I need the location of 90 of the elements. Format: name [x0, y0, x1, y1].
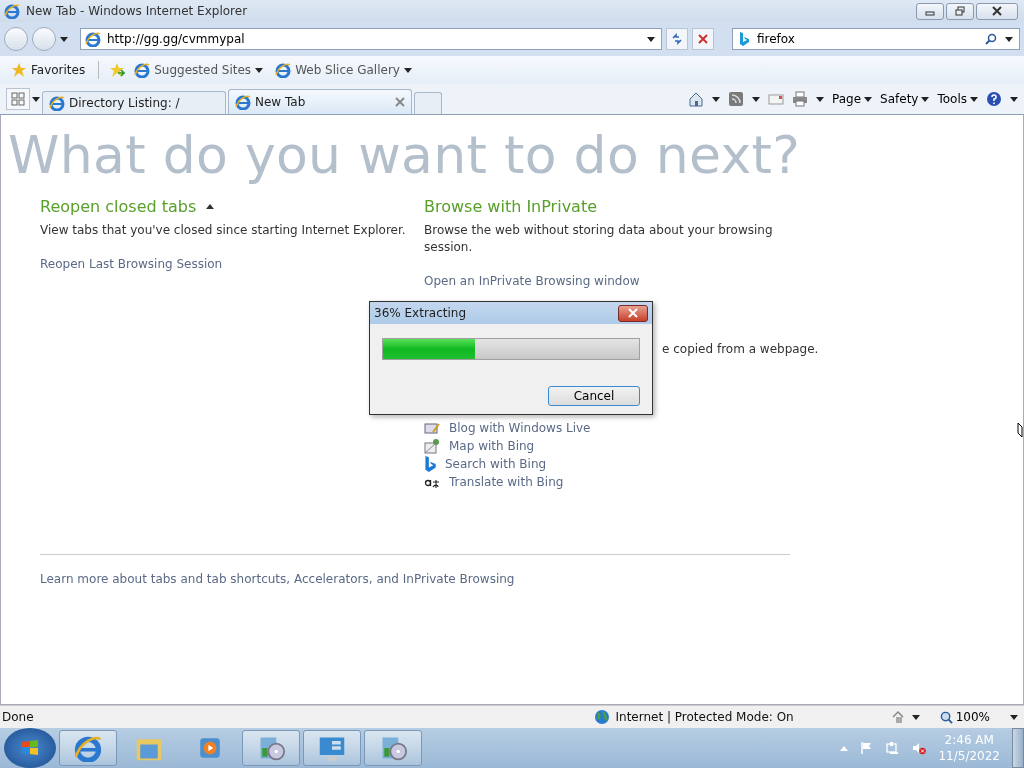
inprivate-link[interactable]: Open an InPrivate Browsing window: [424, 274, 814, 288]
caret-icon: [403, 67, 412, 73]
zoom-dropdown[interactable]: [1010, 714, 1018, 720]
learn-more-link[interactable]: Learn more about tabs and tab shortcuts, Accelerators, and InPrivate Browsing: [40, 572, 984, 586]
url-input[interactable]: http://gg.gg/cvmmypal: [107, 32, 641, 46]
feed-dropdown[interactable]: [752, 96, 760, 102]
mail-icon[interactable]: [768, 93, 784, 105]
minimize-button[interactable]: [916, 2, 944, 20]
back-button[interactable]: [4, 27, 28, 51]
section-title: Browse with InPrivate: [424, 197, 597, 216]
taskbar-button[interactable]: [59, 730, 117, 766]
taskbar-button[interactable]: [364, 730, 422, 766]
windows-logo-icon: [20, 738, 40, 758]
play-icon: [197, 735, 223, 761]
home-icon[interactable]: [688, 91, 704, 107]
dialog-close-button[interactable]: [618, 304, 648, 322]
caret-icon: [255, 67, 264, 73]
restore-icon: [955, 6, 965, 16]
caret-icon: [864, 96, 873, 102]
history-dropdown[interactable]: [60, 36, 68, 42]
address-field[interactable]: http://gg.gg/cvmmypal: [80, 28, 662, 50]
blog-icon: [424, 420, 440, 436]
refresh-button[interactable]: [666, 28, 688, 50]
accelerator-link[interactable]: Blog with Windows Live: [449, 421, 591, 435]
page-icon: [85, 31, 101, 47]
security-zone: Internet | Protected Mode: On: [615, 710, 794, 724]
close-icon: [628, 308, 638, 318]
printer-icon[interactable]: [792, 91, 808, 107]
taskbar-button[interactable]: [303, 730, 361, 766]
close-button[interactable]: [976, 2, 1018, 20]
home-dropdown[interactable]: [712, 96, 720, 102]
search-bing-icon: [424, 456, 436, 472]
caret-icon: [970, 96, 978, 102]
refresh-icon: [671, 33, 683, 45]
search-field[interactable]: firefox: [732, 28, 1020, 50]
page-icon: [275, 62, 292, 78]
window-title: New Tab - Windows Internet Explorer: [26, 4, 248, 18]
close-icon: [992, 6, 1002, 16]
search-dropdown[interactable]: [1005, 36, 1013, 42]
add-favorite-icon[interactable]: [109, 62, 126, 78]
restore-button[interactable]: [946, 2, 974, 20]
section-text: View tabs that you've closed since starting Internet Explorer.: [40, 222, 407, 239]
muted-speaker-icon[interactable]: [912, 741, 927, 755]
tab-list-dropdown[interactable]: [32, 96, 40, 102]
globe-icon: [593, 709, 610, 725]
taskbar-button[interactable]: [242, 730, 300, 766]
page-icon: [235, 94, 251, 110]
reopen-session-link[interactable]: Reopen Last Browsing Session: [40, 257, 424, 271]
search-provider-icon: [739, 32, 749, 46]
browser-tab[interactable]: New Tab: [228, 89, 412, 114]
accelerator-link[interactable]: Translate with Bing: [449, 475, 564, 489]
favorites-bar-item[interactable]: Suggested Sites: [131, 62, 267, 78]
command-menu[interactable]: Page: [832, 92, 873, 106]
favorites-button[interactable]: Favorites: [8, 62, 89, 78]
browser-tab[interactable]: Directory Listing: /: [42, 91, 226, 114]
page-icon: [49, 95, 65, 111]
section-text: Browse the web without storing data about your browsing session.: [424, 222, 774, 256]
browser-icon: [4, 3, 20, 19]
status-text: Done: [2, 710, 34, 724]
star-icon: [11, 62, 27, 78]
protection-dropdown[interactable]: [911, 714, 920, 720]
zoom-button[interactable]: 100%: [939, 710, 990, 724]
dialog-title: 36% Extracting: [374, 306, 467, 320]
help-dropdown[interactable]: [1010, 96, 1018, 102]
search-icon[interactable]: [985, 33, 997, 45]
stop-button[interactable]: [692, 28, 714, 50]
map-icon: [424, 438, 440, 454]
page-icon: [134, 62, 151, 78]
command-menu[interactable]: Tools: [937, 92, 978, 106]
command-menu[interactable]: Safety: [880, 92, 930, 106]
cancel-button[interactable]: Cancel: [548, 386, 640, 406]
feed-icon[interactable]: [728, 91, 744, 107]
browser-icon: [74, 734, 102, 762]
zoom-icon: [939, 710, 953, 724]
print-dropdown[interactable]: [816, 96, 824, 102]
show-desktop-button[interactable]: [1012, 728, 1024, 768]
favorites-bar-item[interactable]: Web Slice Gallery: [272, 62, 415, 78]
start-button[interactable]: [4, 728, 56, 768]
caret-icon: [921, 96, 930, 102]
address-dropdown[interactable]: [647, 36, 655, 42]
accelerator-link[interactable]: Search with Bing: [445, 457, 547, 471]
search-input[interactable]: firefox: [757, 32, 977, 46]
tile-grid-icon: [11, 92, 25, 106]
accelerator-link[interactable]: Map with Bing: [449, 439, 535, 453]
close-tab-icon[interactable]: [395, 97, 405, 107]
page-heading: What do you want to do next?: [8, 125, 802, 185]
collapse-icon[interactable]: [206, 204, 215, 209]
section-title: Reopen closed tabs: [40, 197, 197, 216]
stop-icon: [697, 33, 709, 45]
help-icon[interactable]: [986, 91, 1002, 107]
